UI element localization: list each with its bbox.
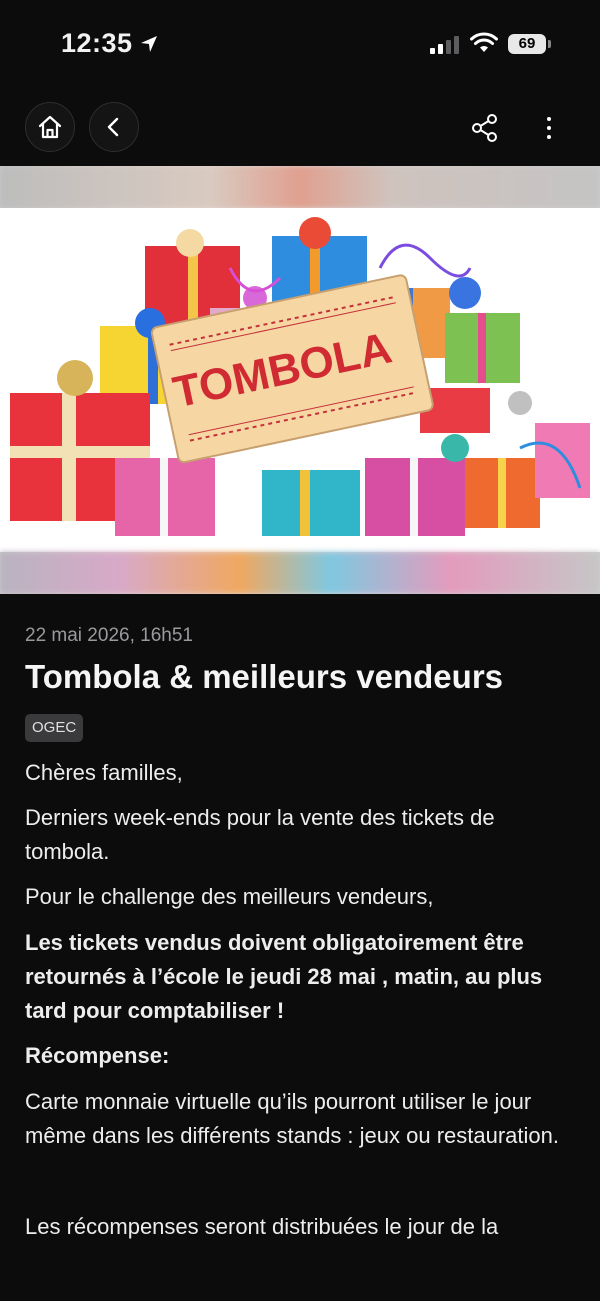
back-button[interactable]: [89, 102, 139, 152]
more-dot: [547, 135, 551, 139]
article-paragraph: Les récompenses seront distribuées le jo…: [25, 1214, 499, 1239]
home-icon: [38, 115, 62, 139]
battery-level: 69: [518, 35, 536, 52]
article-subheading: Récompense:: [25, 1043, 170, 1068]
hero-blur-top: [0, 166, 600, 208]
hero-image: TOMBOLA: [0, 208, 600, 552]
location-arrow-icon: [140, 35, 157, 52]
gifts-illustration: TOMBOLA: [10, 217, 590, 536]
article-title: Tombola & meilleurs vendeurs: [25, 658, 504, 695]
article-date: 22 mai 2026, 16h51: [25, 625, 193, 646]
status-bar: 12:35 69: [0, 0, 600, 90]
wifi-icon: [470, 32, 498, 52]
share-icon[interactable]: [470, 113, 500, 143]
article-paragraph: Carte monnaie virtuelle qu’ils pourront …: [25, 1089, 559, 1148]
more-dot: [547, 126, 551, 130]
status-time: 12:35: [61, 28, 159, 59]
category-tag[interactable]: OGEC: [25, 714, 84, 742]
cellular-signal-icon: [430, 34, 459, 54]
article-paragraph: Chères familles,: [25, 760, 183, 785]
more-options-button[interactable]: [538, 113, 560, 143]
chevron-left-icon: [107, 117, 119, 137]
battery-icon: 69: [508, 34, 546, 54]
article-paragraph-bold: Les tickets vendus doivent obligatoireme…: [25, 930, 543, 1023]
article-paragraph: Derniers week-ends pour la vente des tic…: [25, 805, 495, 864]
battery-tip: [548, 40, 551, 48]
more-vertical-icon: [547, 117, 551, 121]
article-paragraph: Pour le challenge des meilleurs vendeurs…: [25, 884, 434, 909]
status-time-text: 12:35: [61, 28, 133, 58]
hero-banner: TOMBOLA: [0, 166, 600, 594]
hero-blur-bottom: [0, 552, 600, 594]
home-button[interactable]: [25, 102, 75, 152]
